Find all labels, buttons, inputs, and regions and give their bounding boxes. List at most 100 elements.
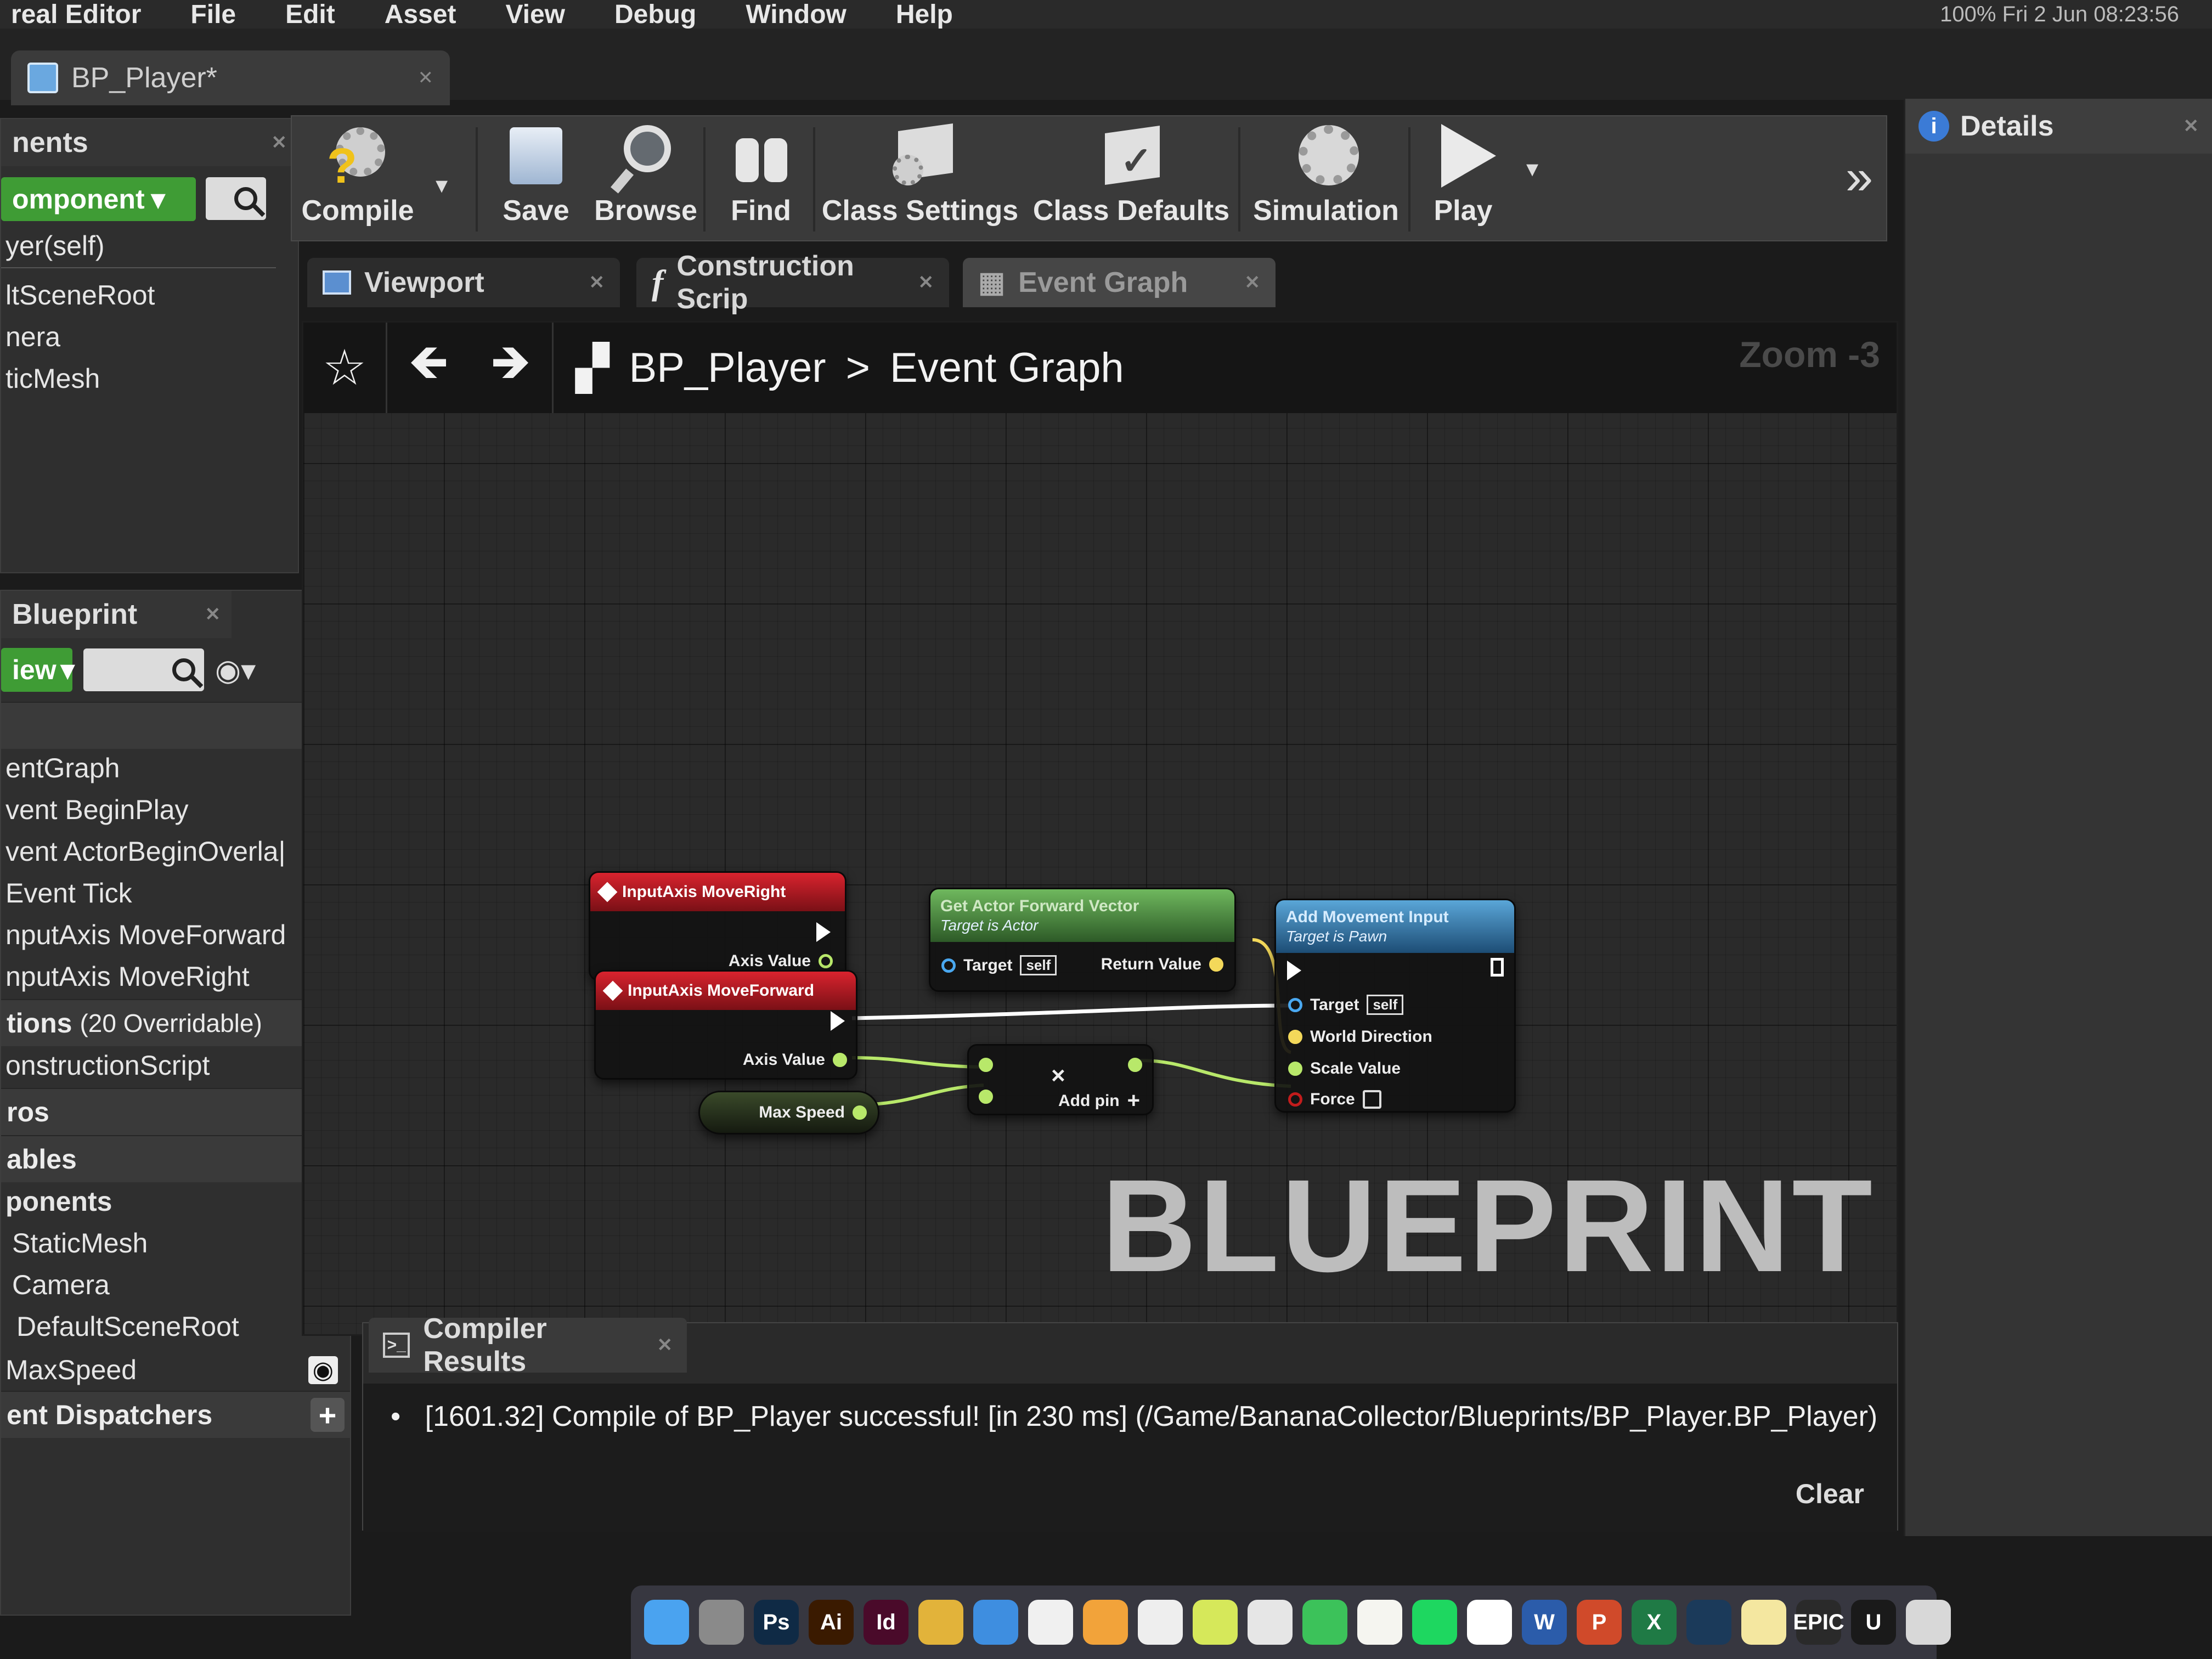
menu-app[interactable]: real Editor (11, 0, 141, 30)
multiply-output-pin[interactable] (1128, 1058, 1142, 1072)
graph-item-move-right[interactable]: nputAxis MoveRight (1, 957, 350, 999)
node-inputaxis-moveforward[interactable]: InputAxis MoveForward Axis Value (594, 970, 857, 1080)
indesign-icon[interactable]: Id (864, 1600, 909, 1645)
compiler-results-tab[interactable]: >_ Compiler Results ✕ (369, 1313, 687, 1378)
spotify-icon[interactable] (1412, 1600, 1457, 1645)
stickies-icon[interactable] (1741, 1600, 1786, 1645)
excel-icon[interactable]: X (1632, 1600, 1677, 1645)
app-orange-icon[interactable] (1083, 1600, 1128, 1645)
play-button[interactable]: Play (1417, 122, 1510, 237)
variable-item-default-scene-root[interactable]: DefaultSceneRoot (1, 1307, 350, 1349)
target-in-pin[interactable]: Target self (941, 955, 1057, 975)
add-component-button[interactable]: omponent ▾ (1, 177, 196, 221)
graphs-section-header[interactable]: + (1, 702, 350, 749)
graph-item-move-forward[interactable]: nputAxis MoveForward (1, 916, 350, 957)
safari-icon[interactable] (973, 1600, 1018, 1645)
event-dispatchers-section-header[interactable]: ent Dispatchers + (1, 1391, 350, 1438)
tab-event-graph-close-icon[interactable]: ✕ (1245, 272, 1261, 294)
graph-item-begin-overlap[interactable]: vent ActorBeginOverla| (1, 832, 350, 874)
view-options-button[interactable]: iew ▾ (1, 648, 75, 692)
multiply-input-b-pin[interactable] (979, 1090, 993, 1104)
world-direction-in-pin[interactable]: World Direction (1288, 1028, 1432, 1046)
steam-icon[interactable] (1686, 1600, 1731, 1645)
document-tab-close-icon[interactable]: ✕ (418, 67, 434, 89)
menu-asset[interactable]: Asset (385, 0, 456, 30)
variable-item-max-speed[interactable]: MaxSpeed ◉ (1, 1349, 350, 1391)
menu-edit[interactable]: Edit (285, 0, 335, 30)
exec-out-pin[interactable] (1491, 958, 1504, 977)
max-speed-out-pin[interactable]: Max Speed (759, 1103, 867, 1122)
class-settings-button[interactable]: Class Settings (819, 122, 1022, 237)
multiply-input-a-pin[interactable] (979, 1058, 993, 1072)
force-checkbox[interactable] (1362, 1090, 1381, 1109)
component-item-static-mesh[interactable]: ticMesh (1, 359, 298, 401)
graph-item-event-tick[interactable]: Event Tick (1, 874, 350, 916)
compiler-results-close-icon[interactable]: ✕ (657, 1334, 673, 1356)
menu-window[interactable]: Window (746, 0, 847, 30)
axis-value-out-pin[interactable]: Axis Value (743, 1051, 847, 1069)
components-panel-close-icon[interactable]: ✕ (272, 132, 287, 154)
my-blueprint-search-input[interactable] (83, 648, 204, 691)
find-button[interactable]: Find (714, 122, 808, 237)
scale-value-in-pin[interactable]: Scale Value (1288, 1059, 1401, 1078)
variable-item-camera[interactable]: Camera (1, 1266, 350, 1307)
system-preferences-icon[interactable] (699, 1600, 744, 1645)
powerpoint-icon[interactable]: P (1577, 1600, 1622, 1645)
exec-in-pin[interactable] (1287, 961, 1301, 980)
macros-section-header[interactable]: ros + (1, 1088, 350, 1135)
log-entry[interactable]: • [1601.32] Compile of BP_Player success… (391, 1400, 1877, 1433)
tab-construction-script[interactable]: f Construction Scrip ✕ (636, 250, 949, 315)
notes-icon[interactable] (1357, 1600, 1402, 1645)
compile-button[interactable]: ? Compile (301, 122, 414, 237)
eye-icon[interactable]: ◉ (308, 1356, 338, 1384)
play-options-chevron-icon[interactable]: ▾ (1526, 155, 1538, 183)
compile-options-chevron-icon[interactable]: ▾ (436, 171, 448, 199)
exec-out-pin[interactable] (831, 1011, 845, 1031)
whatsapp-icon[interactable] (1302, 1600, 1347, 1645)
axis-value-out-pin[interactable]: Axis Value (729, 952, 833, 970)
tab-viewport[interactable]: Viewport ✕ (307, 258, 620, 307)
menu-file[interactable]: File (190, 0, 236, 30)
chrome-icon[interactable] (918, 1600, 963, 1645)
app-green-circle-icon[interactable] (1193, 1600, 1238, 1645)
photoshop-icon[interactable]: Ps (754, 1600, 799, 1645)
class-defaults-button[interactable]: ✓ Class Defaults (1027, 122, 1235, 237)
unreal-engine-icon[interactable]: U (1851, 1600, 1896, 1645)
menu-view[interactable]: View (505, 0, 565, 30)
trash-icon[interactable] (1906, 1600, 1951, 1645)
app-b-icon[interactable] (1138, 1600, 1183, 1645)
graph-item-event-graph[interactable]: entGraph (1, 749, 350, 791)
epic-games-icon[interactable]: EPIC (1793, 1600, 1844, 1645)
return-value-out-pin[interactable]: Return Value (1101, 955, 1223, 974)
add-pin-button[interactable]: Add pin + (1058, 1088, 1140, 1113)
graph-item-begin-play[interactable]: vent BeginPlay (1, 791, 350, 832)
force-in-pin[interactable]: Force (1288, 1090, 1381, 1109)
tab-construction-close-icon[interactable]: ✕ (918, 272, 934, 294)
tab-event-graph[interactable]: ▦ Event Graph ✕ (963, 258, 1276, 307)
variables-components-category[interactable]: ponents (1, 1182, 350, 1224)
node-get-max-speed[interactable]: Max Speed (698, 1091, 879, 1135)
node-inputaxis-moveright[interactable]: InputAxis MoveRight Axis Value (589, 871, 847, 981)
details-close-icon[interactable]: ✕ (2183, 115, 2199, 137)
node-add-movement-input[interactable]: Add Movement Input Target is Pawn Target… (1274, 899, 1516, 1113)
calendar-icon[interactable] (1467, 1600, 1512, 1645)
illustrator-icon[interactable]: Ai (809, 1600, 854, 1645)
photos-icon[interactable] (1028, 1600, 1073, 1645)
toolbar-overflow-button[interactable]: » (1846, 149, 1873, 206)
add-dispatcher-plus-icon[interactable]: + (311, 1398, 345, 1432)
document-tab[interactable]: BP_Player* ✕ (11, 50, 450, 105)
target-in-pin[interactable]: Target self (1288, 995, 1404, 1015)
component-item-camera[interactable]: nera (1, 318, 298, 359)
menu-help[interactable]: Help (896, 0, 953, 30)
component-item-scene-root[interactable]: ltSceneRoot (1, 276, 298, 318)
event-graph-canvas[interactable]: ☆ 🡸 🡺 ▞ BP_Player > Event Graph Zoom -3 … (302, 321, 1898, 1336)
browse-button[interactable]: Browse (594, 122, 698, 237)
save-button[interactable]: Save (489, 122, 583, 237)
function-item-construction-script[interactable]: onstructionScript (1, 1046, 350, 1088)
finder-icon[interactable] (644, 1600, 689, 1645)
variable-item-static-mesh[interactable]: StaticMesh (1, 1224, 350, 1266)
functions-section-header[interactable]: tions (20 Overridable) + (1, 999, 350, 1046)
app-cloud-icon[interactable] (1248, 1600, 1293, 1645)
variables-section-header[interactable]: ables + (1, 1135, 350, 1182)
word-icon[interactable]: W (1522, 1600, 1567, 1645)
